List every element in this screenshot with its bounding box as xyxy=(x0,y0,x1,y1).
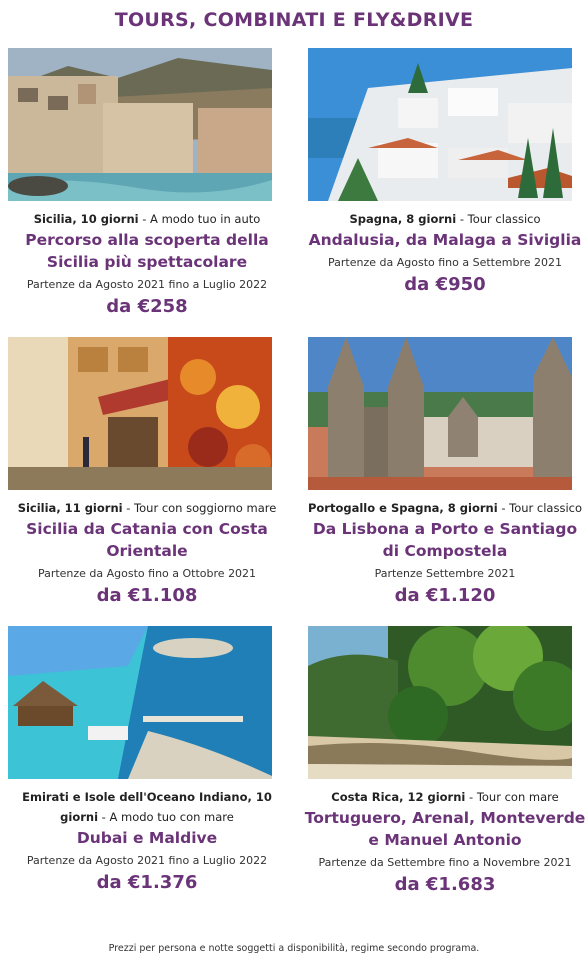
tour-dates: Partenze Settembre 2021 xyxy=(374,567,516,580)
andalusia-white-village-photo[interactable] xyxy=(308,48,572,201)
tour-name[interactable]: Da Lisbona a Porto e Santiago di Compost… xyxy=(304,518,586,562)
tour-card-emirati-10[interactable]: Emirati e Isole dell'Oceano Indiano, 10 … xyxy=(0,624,294,913)
costa-rica-beach-photo[interactable] xyxy=(308,626,572,779)
tour-name[interactable]: Andalusia, da Malaga a Siviglia xyxy=(304,229,586,251)
tour-kind: A modo tuo con mare xyxy=(109,810,234,824)
tour-name[interactable]: Dubai e Maldive xyxy=(4,827,290,849)
tour-dates: Partenze da Settembre fino a Novembre 20… xyxy=(318,856,572,869)
tour-kind: Tour con soggiorno mare xyxy=(134,501,277,515)
cefalu-coast-photo[interactable] xyxy=(8,48,272,201)
tour-region: Spagna, 8 giorni xyxy=(349,212,457,226)
tour-region: Sicilia, 11 giorni xyxy=(17,501,123,515)
tour-price[interactable]: da €258 xyxy=(4,295,290,319)
tour-card-costa-rica-12[interactable]: Costa Rica, 12 giorni - Tour con mare To… xyxy=(294,624,588,913)
santiago-cathedral-photo[interactable] xyxy=(308,337,572,490)
dubai-maldives-photo[interactable] xyxy=(8,626,272,779)
tour-price[interactable]: da €1.683 xyxy=(304,873,586,897)
tour-card-sicilia-11[interactable]: Sicilia, 11 giorni - Tour con soggiorno … xyxy=(0,335,294,624)
tour-price[interactable]: da €1.120 xyxy=(304,584,586,608)
tour-kind: A modo tuo in auto xyxy=(150,212,261,226)
tour-kind: Tour classico xyxy=(509,501,583,515)
tour-price[interactable]: da €1.376 xyxy=(4,871,290,895)
tour-kind: Tour classico xyxy=(467,212,541,226)
tour-name[interactable]: Tortuguero, Arenal, Monteverde e Manuel … xyxy=(304,807,586,851)
tour-name[interactable]: Percorso alla scoperta della Sicilia più… xyxy=(4,229,290,273)
tour-name[interactable]: Sicilia da Catania con Costa Orientale xyxy=(4,518,290,562)
sicilian-street-photo[interactable] xyxy=(8,337,272,490)
tour-region: Costa Rica, 12 giorni xyxy=(331,790,466,804)
tour-dates: Partenze da Agosto 2021 fino a Luglio 20… xyxy=(26,278,268,291)
tour-card-portogallo-spagna-8[interactable]: Portogallo e Spagna, 8 giorni - Tour cla… xyxy=(294,335,588,624)
tour-price[interactable]: da €1.108 xyxy=(4,584,290,608)
tour-kind: Tour con mare xyxy=(476,790,559,804)
tours-grid: Sicilia, 10 giorni - A modo tuo in auto … xyxy=(0,46,588,913)
tour-price[interactable]: da €950 xyxy=(304,273,586,297)
tour-dates: Partenze da Agosto fino a Ottobre 2021 xyxy=(37,567,257,580)
tour-dates: Partenze da Agosto 2021 fino a Luglio 20… xyxy=(26,854,268,867)
tour-region: Portogallo e Spagna, 8 giorni xyxy=(307,501,498,515)
tour-card-sicilia-10[interactable]: Sicilia, 10 giorni - A modo tuo in auto … xyxy=(0,46,294,335)
tour-card-spagna-8[interactable]: Spagna, 8 giorni - Tour classico Andalus… xyxy=(294,46,588,335)
page-title: TOURS, COMBINATI E FLY&DRIVE xyxy=(114,9,474,31)
price-disclaimer: Prezzi per persona e notte soggetti a di… xyxy=(108,943,480,954)
tour-region: Sicilia, 10 giorni xyxy=(33,212,139,226)
tour-dates: Partenze da Agosto fino a Settembre 2021 xyxy=(328,256,562,269)
